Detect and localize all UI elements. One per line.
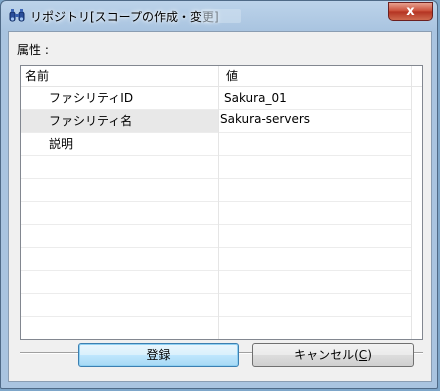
empty-row xyxy=(21,179,411,202)
dialog-body: 属性 : 名前 値 ファシリティID Sakura_01 ファシリティ名 Sak… xyxy=(8,31,432,382)
table-row[interactable]: ファシリティID Sakura_01 xyxy=(21,87,411,110)
empty-row xyxy=(21,225,411,248)
column-header-value[interactable]: 値 xyxy=(226,66,238,86)
close-icon: x xyxy=(406,4,415,19)
empty-row xyxy=(21,294,411,317)
cancel-mnemonic: C xyxy=(358,348,368,362)
empty-row xyxy=(21,248,411,271)
register-button[interactable]: 登録 xyxy=(78,343,239,367)
title-bar[interactable]: リポジトリ[スコープの作成・変更] x xyxy=(1,1,437,31)
cancel-button[interactable]: キャンセル(C) xyxy=(252,343,414,367)
title-ghost xyxy=(201,9,241,23)
table-header: 名前 値 xyxy=(21,66,422,87)
row-name: ファシリティ名 xyxy=(49,114,133,128)
column-divider[interactable] xyxy=(411,66,412,339)
cancel-label-suffix: ) xyxy=(367,348,372,362)
table-row[interactable]: 説明 xyxy=(21,133,411,156)
table-row-selected[interactable]: ファシリティ名 Sakura-servers xyxy=(21,110,411,133)
empty-row xyxy=(21,271,411,294)
binoculars-icon xyxy=(9,8,25,24)
register-button-label: 登録 xyxy=(146,348,171,362)
row-name: 説明 xyxy=(49,137,74,151)
properties-label: 属性 : xyxy=(17,43,49,57)
window-title: リポジトリ[スコープの作成・変更] xyxy=(30,10,219,24)
column-header-name[interactable]: 名前 xyxy=(25,66,49,86)
empty-row xyxy=(21,156,411,179)
row-value-editor[interactable]: Sakura-servers xyxy=(220,108,310,130)
empty-row xyxy=(21,202,411,225)
properties-table[interactable]: 名前 値 ファシリティID Sakura_01 ファシリティ名 Sakura-s… xyxy=(20,65,423,340)
cancel-label-prefix: キャンセル( xyxy=(294,348,359,362)
row-value[interactable]: Sakura_01 xyxy=(224,87,287,109)
dialog-window: リポジトリ[スコープの作成・変更] x 属性 : 名前 値 ファシリティID S… xyxy=(0,0,438,389)
row-name: ファシリティID xyxy=(49,91,134,105)
column-divider[interactable] xyxy=(218,66,219,339)
empty-row xyxy=(21,317,411,339)
close-button[interactable]: x xyxy=(388,2,433,21)
